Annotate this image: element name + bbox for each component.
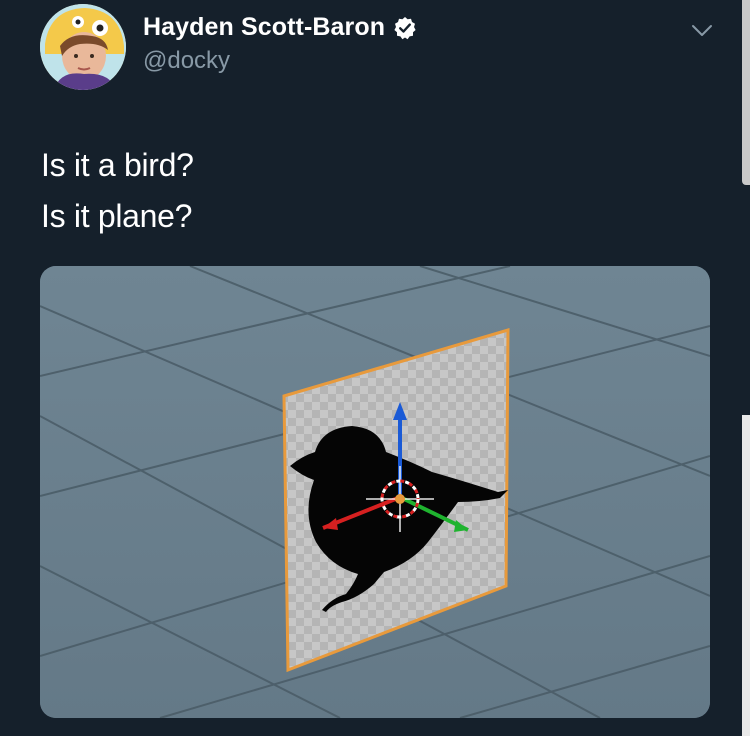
avatar[interactable]	[40, 4, 126, 90]
chevron-down-icon[interactable]	[690, 22, 714, 40]
verified-badge-icon	[393, 16, 417, 40]
tweet-text-line: Is it plane?	[41, 198, 193, 234]
user-handle[interactable]: @docky	[143, 47, 230, 75]
author-row: Hayden Scott-Baron	[143, 13, 417, 42]
scrollbar-track[interactable]	[742, 415, 750, 736]
display-name[interactable]: Hayden Scott-Baron	[143, 13, 385, 42]
tweet-text-line: Is it a bird?	[41, 147, 194, 183]
tweet-media-image[interactable]	[40, 266, 710, 718]
tweet: Hayden Scott-Baron @docky Is it a bird? …	[0, 0, 750, 736]
avatar-image	[40, 4, 126, 90]
blender-viewport-image	[40, 266, 710, 718]
scrollbar-thumb[interactable]	[742, 0, 750, 185]
